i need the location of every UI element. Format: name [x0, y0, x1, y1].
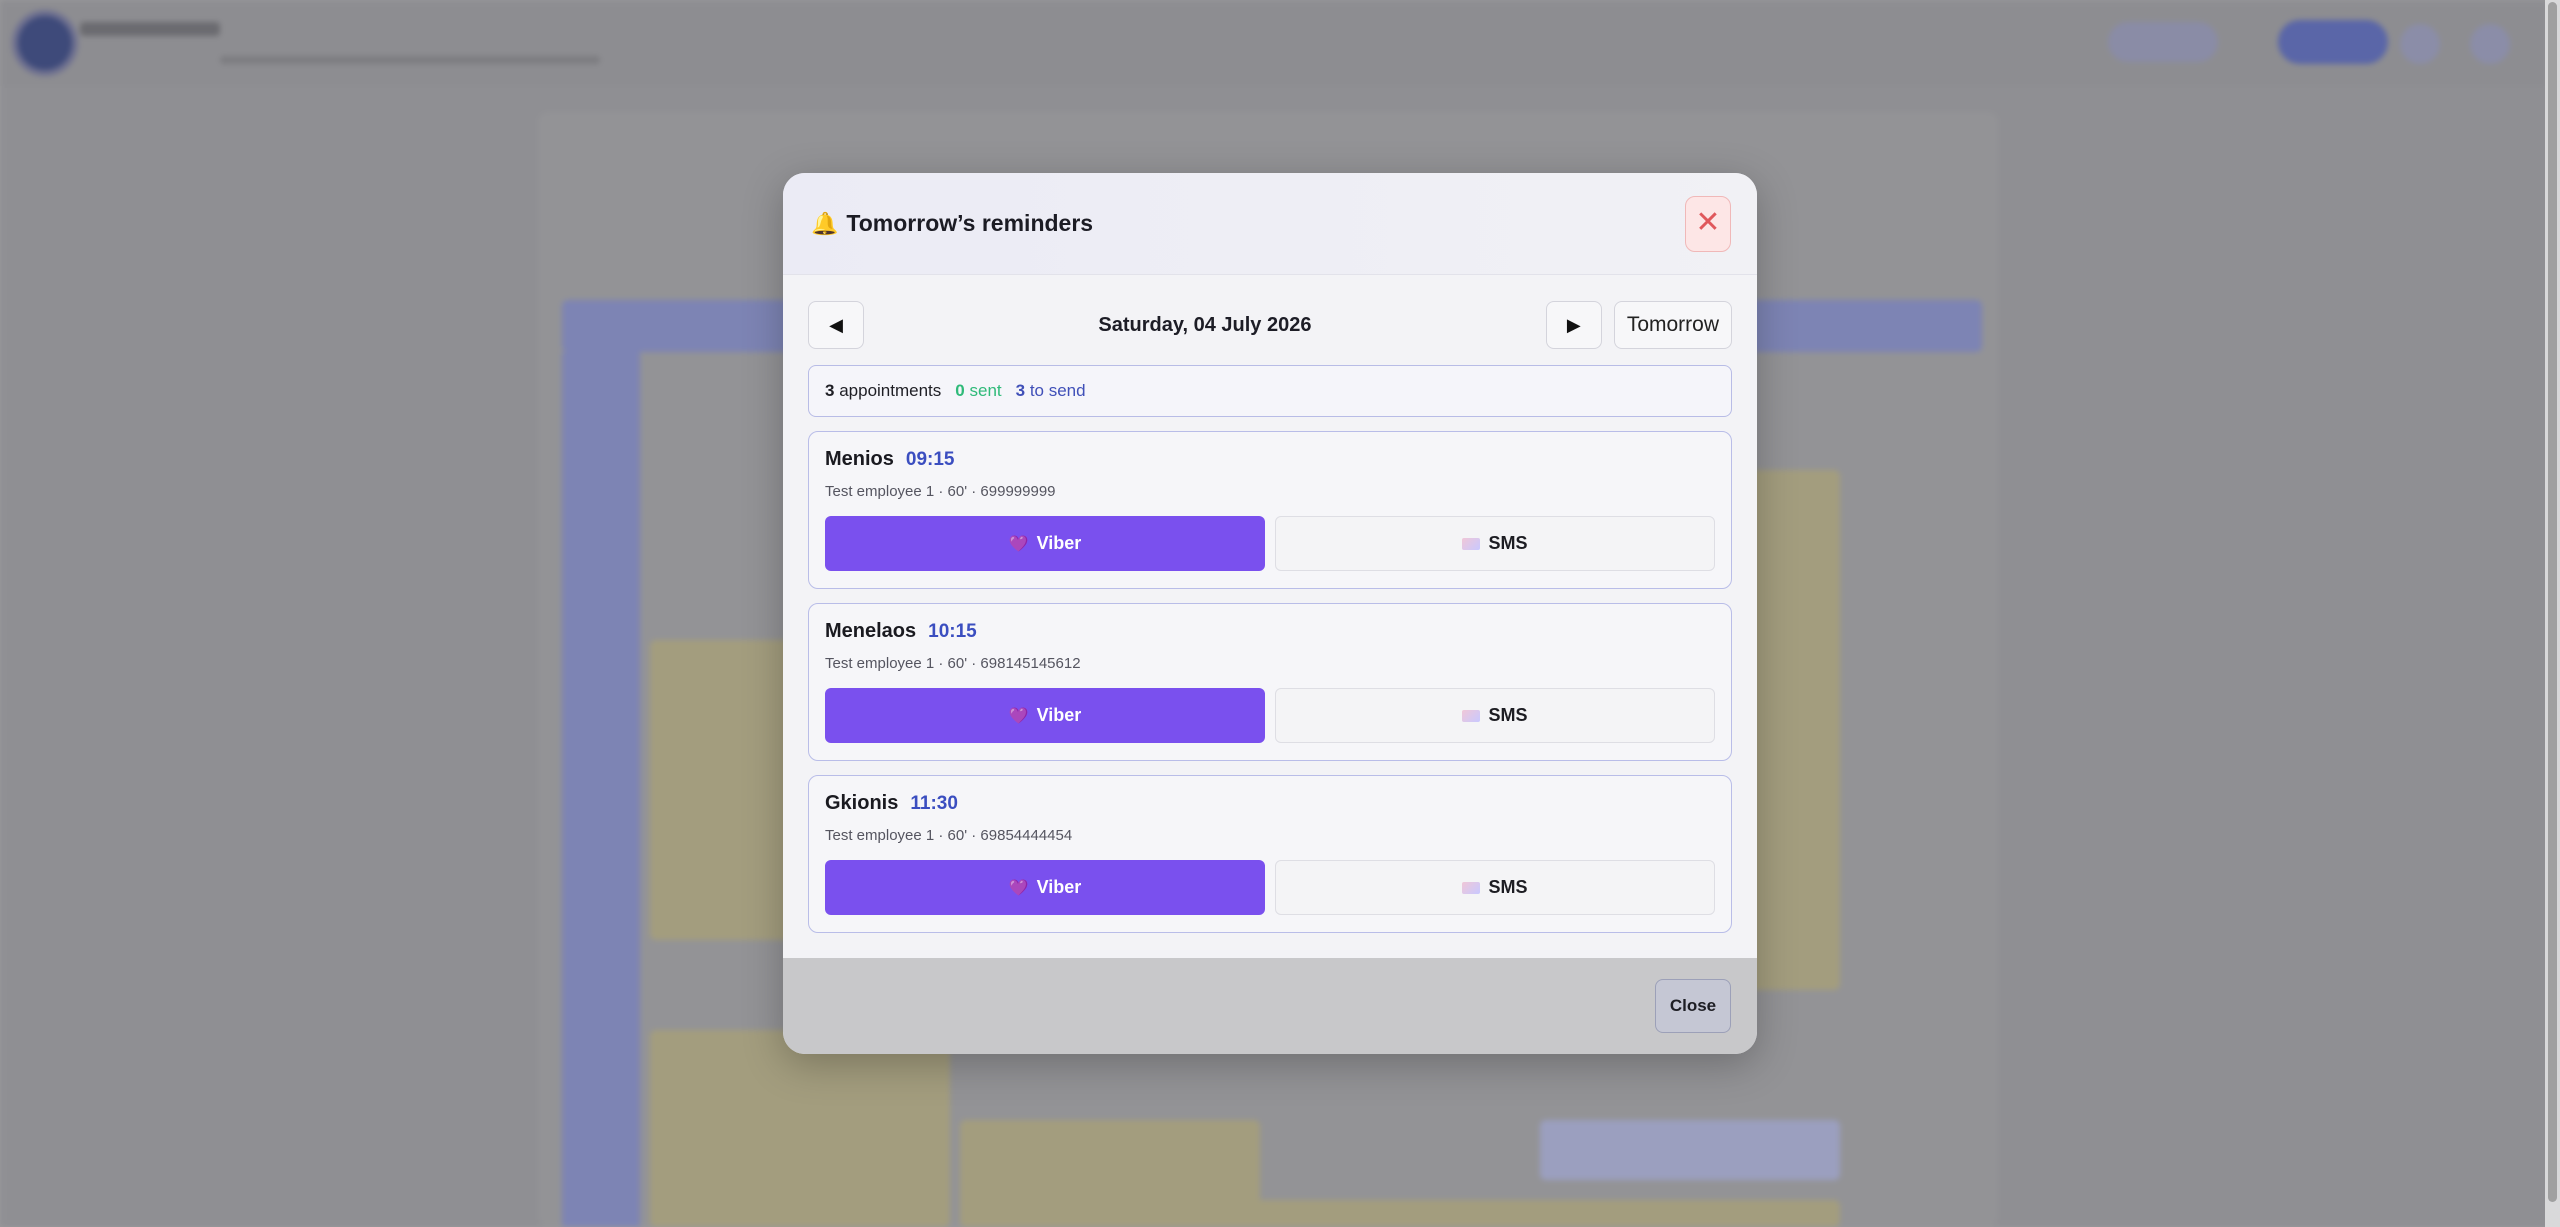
appointments-count-value: 3: [825, 381, 835, 400]
previous-day-button[interactable]: ◀: [808, 301, 864, 349]
close-icon[interactable]: ✕: [1685, 195, 1731, 252]
selected-date: Saturday, 04 July 2026: [1098, 313, 1312, 336]
appointment-time: 10:15: [928, 621, 977, 642]
app-topbar-icon: [2470, 24, 2510, 64]
viber-icon: 💜: [1008, 879, 1029, 897]
appointment-actions: 💜 Viber SMS: [825, 688, 1715, 743]
modal-title-text: Tomorrow’s reminders: [846, 210, 1094, 236]
send-sms-button[interactable]: SMS: [1275, 516, 1715, 571]
appointment-header: Gkionis 11:30: [825, 792, 1715, 815]
next-day-button[interactable]: ▶: [1545, 301, 1602, 349]
close-button[interactable]: Close: [1655, 979, 1731, 1033]
appointment-card: Menios 09:15 Test employee 1 · 60' · 699…: [808, 431, 1732, 589]
appointment-card: Gkionis 11:30 Test employee 1 · 60' · 69…: [808, 775, 1732, 933]
to-send-count-label: to send: [1029, 381, 1086, 400]
reminders-summary: 3 appointments 0 sent 3 to send: [808, 365, 1732, 417]
viber-button-label: Viber: [1036, 533, 1082, 553]
sms-icon: [1462, 881, 1481, 894]
sms-button-label: SMS: [1488, 877, 1528, 897]
page-scrollbar[interactable]: [2545, 0, 2560, 1227]
modal-body: ◀ Saturday, 04 July 2026 ▶ Tomorrow 3 ap…: [783, 275, 1757, 933]
tomorrow-button[interactable]: Tomorrow: [1613, 301, 1732, 349]
appointments-count: 3 appointments: [825, 381, 941, 401]
sent-count-value: 0: [955, 381, 965, 400]
viber-icon: 💜: [1008, 535, 1029, 553]
date-navigation: ◀ Saturday, 04 July 2026 ▶ Tomorrow: [808, 301, 1732, 349]
sent-count: 0 sent: [955, 381, 1001, 401]
client-name: Menios: [825, 448, 894, 470]
appointment-actions: 💜 Viber SMS: [825, 516, 1715, 571]
sms-button-label: SMS: [1488, 705, 1528, 725]
calendar-time-column: [562, 352, 640, 1227]
sms-icon: [1462, 709, 1481, 722]
appointment-header: Menelaos 10:15: [825, 620, 1715, 643]
sms-icon: [1462, 537, 1481, 550]
viber-button-label: Viber: [1036, 705, 1082, 725]
app-topbar-button: [2108, 22, 2218, 62]
calendar-event: [1540, 1120, 1840, 1180]
send-sms-button[interactable]: SMS: [1275, 688, 1715, 743]
calendar-event: [960, 1120, 1260, 1227]
appointment-card: Menelaos 10:15 Test employee 1 · 60' · 6…: [808, 603, 1732, 761]
to-send-count-value: 3: [1015, 381, 1026, 400]
viber-button-label: Viber: [1036, 877, 1082, 897]
modal-footer: Close: [783, 958, 1757, 1054]
appointment-details: Test employee 1 · 60' · 698145145612: [825, 655, 1081, 672]
appointment-actions: 💜 Viber SMS: [825, 860, 1715, 915]
calendar-event: [1250, 1200, 1840, 1227]
send-viber-button[interactable]: 💜 Viber: [825, 860, 1265, 915]
appointment-header: Menios 09:15: [825, 448, 1715, 471]
app-logo: [18, 16, 72, 70]
calendar-event: [650, 1030, 950, 1227]
reminders-modal: 🔔 Tomorrow’s reminders ✕ ◀ Saturday, 04 …: [783, 173, 1757, 1054]
send-sms-button[interactable]: SMS: [1275, 860, 1715, 915]
modal-title: 🔔 Tomorrow’s reminders: [811, 210, 1093, 237]
appointments-count-label: appointments: [839, 381, 942, 400]
chevron-right-icon: ▶: [1566, 314, 1581, 335]
chevron-left-icon: ◀: [829, 314, 843, 335]
appointment-details: Test employee 1 · 60' · 699999999: [825, 483, 1056, 500]
scrollbar-thumb[interactable]: [2548, 2, 2557, 1202]
appointment-time: 11:30: [910, 793, 958, 814]
sent-count-label: sent: [969, 381, 1002, 400]
app-topbar-button: [2278, 20, 2388, 64]
client-name: Gkionis: [825, 792, 899, 814]
app-logo-text: [80, 22, 220, 36]
modal-header: 🔔 Tomorrow’s reminders ✕: [783, 173, 1757, 275]
appointment-time: 09:15: [905, 449, 955, 470]
send-viber-button[interactable]: 💜 Viber: [825, 688, 1265, 743]
app-nav: [220, 56, 600, 64]
sms-button-label: SMS: [1488, 533, 1528, 553]
app-topbar-icon: [2400, 24, 2440, 64]
to-send-count: 3 to send: [1016, 381, 1086, 401]
bell-icon: 🔔: [811, 210, 839, 236]
appointment-details: Test employee 1 · 60' · 69854444454: [825, 827, 1073, 844]
client-name: Menelaos: [825, 620, 917, 642]
viber-icon: 💜: [1008, 707, 1029, 725]
send-viber-button[interactable]: 💜 Viber: [825, 516, 1265, 571]
